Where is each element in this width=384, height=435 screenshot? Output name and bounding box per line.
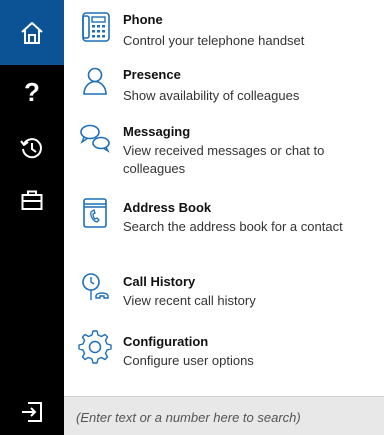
history-button[interactable] <box>0 124 64 172</box>
menu-item-address-book[interactable]: Address Book Search the address book for… <box>64 196 384 260</box>
menu-item-call-history[interactable]: Call History View recent call history <box>64 270 384 318</box>
configuration-icon <box>78 330 112 364</box>
history-icon <box>20 138 42 159</box>
menu-item-title: Presence <box>123 67 181 82</box>
sidebar: ? <box>0 0 64 435</box>
home-button[interactable] <box>0 0 64 65</box>
menu-item-description: Show availability of colleagues <box>123 88 300 103</box>
phone-icon <box>78 10 112 44</box>
menu-item-description: Configure user options <box>123 353 254 368</box>
feature-menu: Phone Control your telephone handset Pre… <box>64 0 384 395</box>
messaging-icon <box>78 122 112 156</box>
briefcase-icon <box>21 190 43 210</box>
search-bar <box>64 396 384 435</box>
menu-item-title: Address Book <box>123 200 212 215</box>
menu-item-title: Messaging <box>123 124 191 139</box>
menu-item-configuration[interactable]: Configuration Configure user options <box>64 330 384 378</box>
menu-item-description: View received messages or chat to collea… <box>123 143 325 176</box>
menu-item-messaging[interactable]: Messaging View received messages or chat… <box>64 120 384 184</box>
menu-item-description: View recent call history <box>123 293 256 308</box>
menu-item-title: Call History <box>123 274 196 289</box>
menu-item-description: Search the address book for a contact <box>123 219 343 234</box>
menu-item-title: Configuration <box>123 334 209 349</box>
help-button[interactable]: ? <box>0 68 64 116</box>
address-book-icon <box>78 196 112 230</box>
sign-in-icon <box>22 402 42 422</box>
sign-in-button[interactable] <box>0 392 64 432</box>
menu-item-phone[interactable]: Phone Control your telephone handset <box>64 8 384 56</box>
search-input[interactable] <box>76 406 376 428</box>
menu-item-title: Phone <box>123 12 163 27</box>
presence-icon <box>78 65 112 99</box>
help-icon: ? <box>24 76 40 107</box>
home-icon <box>21 21 43 44</box>
call-history-icon <box>78 270 112 304</box>
menu-item-presence[interactable]: Presence Show availability of colleagues <box>64 63 384 111</box>
menu-item-description: Control your telephone handset <box>123 33 305 48</box>
briefcase-button[interactable] <box>0 176 64 224</box>
